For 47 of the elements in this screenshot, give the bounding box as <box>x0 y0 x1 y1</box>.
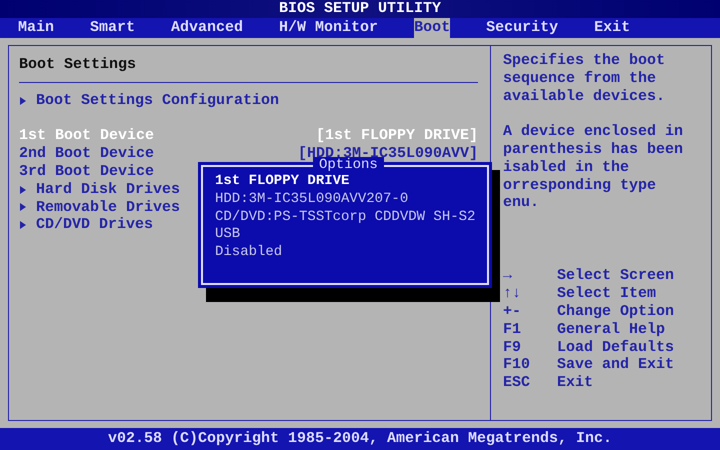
copyright-text: v02.58 (C)Copyright 1985-2004, American Megatrends, Inc. <box>108 430 612 448</box>
option-item[interactable]: 1st FLOPPY DRIVE <box>215 173 487 191</box>
key-action: Load Defaults <box>557 338 674 356</box>
menu-tab[interactable]: H/W Monitor <box>279 18 378 38</box>
submenu-link[interactable]: CD/DVD Drives <box>36 216 154 234</box>
option-item[interactable]: CD/DVD:PS-TSSTcorp CDDVDW SH-S2 <box>215 208 487 226</box>
key-label: → <box>503 267 514 286</box>
submenu-link[interactable]: Removable Drives <box>36 198 180 216</box>
triangle-icon <box>19 220 27 230</box>
window-title: BIOS SETUP UTILITY <box>278 0 442 18</box>
key-action: Change Option <box>557 303 674 321</box>
help-text: orresponding type <box>503 176 658 194</box>
menu-tab[interactable]: Advanced <box>171 18 244 38</box>
help-text: available devices. <box>503 88 666 106</box>
menu-tab[interactable]: Main <box>18 18 54 38</box>
key-action: Select Item <box>557 285 656 304</box>
key-action: General Help <box>557 320 666 339</box>
key-label: +- <box>503 303 522 321</box>
key-label: F1 <box>503 320 522 339</box>
option-item[interactable]: Disabled <box>215 244 487 262</box>
setting-label[interactable]: 2nd Boot Device <box>19 145 154 163</box>
key-label: F10 <box>503 356 532 374</box>
help-text: sequence from the <box>503 70 658 88</box>
help-text: Specifies the boot <box>503 52 666 70</box>
menu-tab[interactable]: Boot <box>414 18 450 38</box>
help-text: A device enclosed in <box>503 123 684 141</box>
option-item[interactable]: USB <box>215 226 487 244</box>
triangle-icon <box>19 96 27 106</box>
key-action: Select Screen <box>557 267 674 286</box>
key-action: Save and Exit <box>557 356 674 374</box>
key-label: ESC <box>503 374 532 392</box>
help-text: parenthesis has been <box>503 140 684 159</box>
help-text: isabled in the <box>503 158 630 177</box>
submenu-link[interactable]: Hard Disk Drives <box>36 180 180 199</box>
triangle-icon <box>19 202 27 212</box>
setting-label[interactable]: 3rd Boot Device <box>19 162 154 181</box>
help-text: enu. <box>503 194 540 212</box>
menu-tab[interactable]: Exit <box>594 18 630 38</box>
submenu-link[interactable]: Boot Settings Configuration <box>36 92 280 110</box>
key-action: Exit <box>557 374 594 392</box>
triangle-icon <box>19 184 27 195</box>
menu-tab[interactable]: Smart <box>90 18 136 38</box>
key-label: ↑↓ <box>503 285 522 304</box>
option-item[interactable]: HDD:3M-IC35L090AVV207-0 <box>215 190 487 209</box>
menu-tab[interactable]: Security <box>486 18 558 38</box>
key-label: F9 <box>503 338 522 356</box>
panel-heading: Boot Settings <box>19 56 138 74</box>
